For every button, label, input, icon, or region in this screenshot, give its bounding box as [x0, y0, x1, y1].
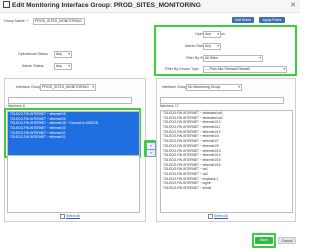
- right-search-input[interactable]: [160, 97, 284, 104]
- oper-status-value: Any: [205, 32, 212, 36]
- right-members-list[interactable]: TOLEDO-FW-INTERNET ~ dedicated-ha1 TOLEDO…: [160, 110, 293, 213]
- right-interface-group-value: No Monitoring Group: [188, 85, 221, 89]
- close-icon[interactable]: ✕: [290, 1, 296, 9]
- oper-status-select[interactable]: Any ▾: [203, 31, 221, 38]
- left-interface-group-value: PROD_SITES_MONITORING: [42, 85, 89, 89]
- filter-by-site-select[interactable]: All Sites ▾: [203, 55, 263, 62]
- filter-by-device-type-select[interactable]: ----Palo Alto Firewall-Firewall ▾: [203, 66, 287, 73]
- window-title-text: Edit Monitoring Interface Group: PROD_SI…: [12, 2, 201, 9]
- filter-by-site-value: All Sites: [205, 56, 218, 60]
- chevron-down-icon: ▾: [217, 44, 219, 48]
- left-admin-status-value: Any: [56, 64, 63, 68]
- right-select-all-checkbox[interactable]: [208, 214, 213, 219]
- group-name-input[interactable]: PROD_SITES_MONITORING: [33, 18, 85, 25]
- apply-rules-button[interactable]: Apply Rules: [259, 17, 285, 23]
- chevron-down-icon: ▾: [283, 67, 285, 71]
- left-oper-status-select[interactable]: Any ▾: [54, 51, 72, 58]
- chevron-down-icon: ▾: [92, 85, 94, 89]
- left-select-all-checkbox[interactable]: [60, 214, 65, 219]
- admin-status-select[interactable]: Any ▾: [203, 43, 221, 50]
- chevron-down-icon: ▾: [68, 64, 70, 68]
- chevron-down-icon: ▾: [68, 52, 70, 56]
- move-left-button[interactable]: «: [146, 149, 156, 157]
- right-select-all-link[interactable]: Select All: [214, 214, 228, 218]
- right-interface-group-select[interactable]: No Monitoring Group ▾: [186, 84, 242, 91]
- left-admin-status-select[interactable]: Any ▾: [54, 63, 72, 70]
- left-interface-group-select[interactable]: PROD_SITES_MONITORING ▾: [40, 84, 96, 91]
- save-button[interactable]: Save: [255, 237, 273, 244]
- right-interface-group-label: Interface Group: [162, 85, 187, 89]
- left-oper-status-label: Operational Status: [18, 52, 48, 56]
- window-title: Edit Monitoring Interface Group: PROD_SI…: [3, 1, 201, 9]
- left-interface-group-label: Interface Group: [16, 85, 41, 89]
- list-item[interactable]: TOLEDO-FW-INTERNET ~ ethernet1/2: [8, 135, 139, 140]
- list-item[interactable]: TOLEDO-FW-INTERNET ~ tunnel: [161, 186, 292, 191]
- right-members-count: Members: 17: [160, 104, 179, 108]
- chevron-down-icon: ▾: [217, 32, 219, 36]
- chevron-down-icon: ▾: [259, 56, 261, 60]
- chevron-down-icon: ▾: [238, 85, 240, 89]
- group-name-label: Group Name: *: [4, 19, 28, 23]
- left-select-all-link[interactable]: Select All: [66, 214, 80, 218]
- cancel-button[interactable]: Cancel: [278, 237, 296, 244]
- admin-status-value: Any: [205, 44, 212, 48]
- left-admin-status-label: Admin Status: [22, 64, 44, 68]
- edit-rules-button[interactable]: Edit Rules: [232, 17, 254, 23]
- filter-by-device-type-value: ----Palo Alto Firewall-Firewall: [205, 67, 250, 71]
- left-members-list[interactable]: TOLEDO-FW-INTERNET ~ ethernet1/6 TOLEDO-F…: [7, 111, 140, 157]
- left-members-list-empty: [7, 155, 140, 213]
- left-search-input[interactable]: [8, 97, 132, 104]
- left-oper-status-value: Any: [56, 52, 63, 56]
- edit-icon: [3, 1, 10, 8]
- filter-by-device-type-label: Filter By Device Type: [165, 67, 199, 71]
